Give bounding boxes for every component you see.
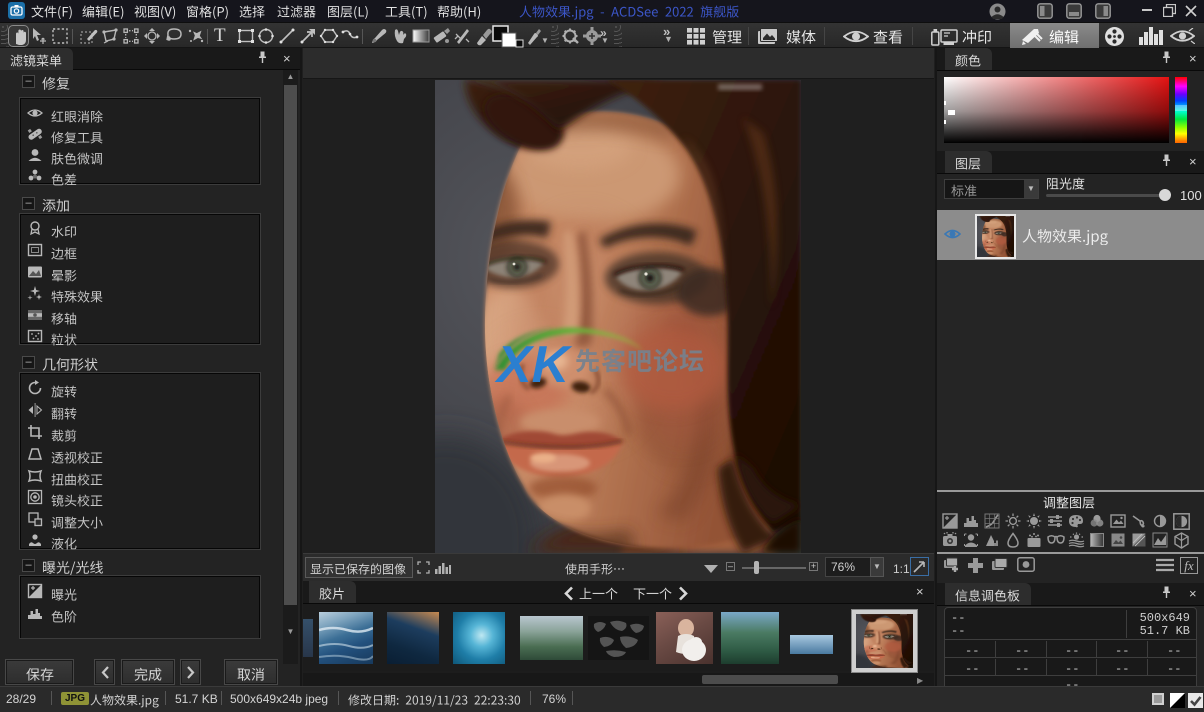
svg-text:XK: XK (494, 336, 573, 394)
